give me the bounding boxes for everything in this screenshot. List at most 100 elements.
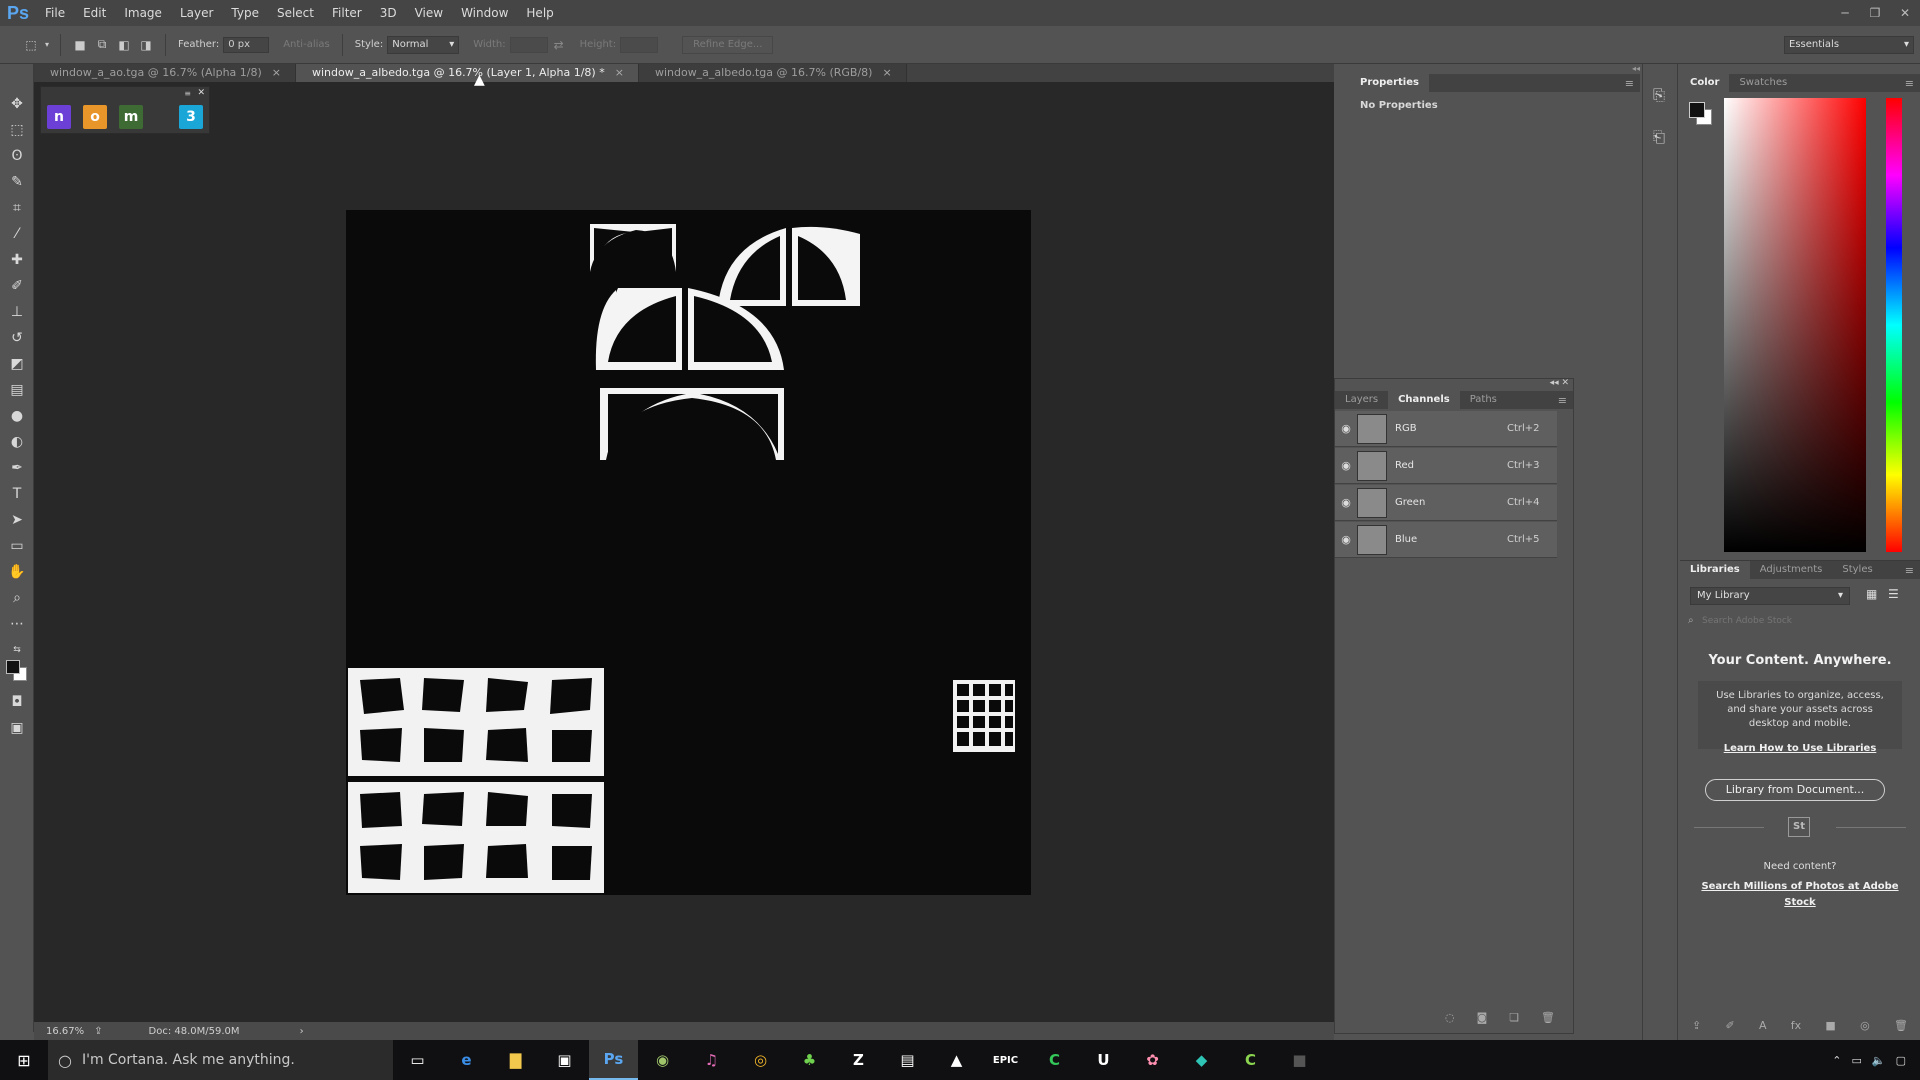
- type-tool-icon[interactable]: T: [7, 484, 27, 504]
- cortana-search[interactable]: ○ I'm Cortana. Ask me anything.: [48, 1040, 393, 1080]
- app-icon-7[interactable]: C: [1226, 1040, 1275, 1080]
- epic-icon[interactable]: EPIC: [981, 1040, 1030, 1080]
- list-view-icon[interactable]: ☰: [1888, 587, 1899, 601]
- channel-row-rgb[interactable]: ◉ RGB Ctrl+2: [1335, 411, 1557, 447]
- brush-tool-icon[interactable]: ✐: [7, 276, 27, 296]
- task-view-icon[interactable]: ▭: [393, 1040, 442, 1080]
- panel-menu-icon[interactable]: ≡: [1625, 77, 1634, 90]
- new-channel-icon[interactable]: ❏: [1509, 1011, 1519, 1024]
- menu-view[interactable]: View: [406, 0, 452, 26]
- tab-window-a-albedo-rgb[interactable]: window_a_albedo.tga @ 16.7% (RGB/8) ×: [638, 64, 907, 82]
- intersect-selection-icon[interactable]: ◨: [135, 34, 157, 56]
- notification-icon[interactable]: ▢: [1896, 1054, 1906, 1067]
- panel-menu-icon[interactable]: ≡: [184, 89, 191, 98]
- tab-window-a-ao[interactable]: window_a_ao.tga @ 16.7% (Alpha 1/8) ×: [34, 64, 296, 82]
- app-launcher-m-icon[interactable]: m: [119, 105, 143, 129]
- load-selection-icon[interactable]: ◌: [1445, 1011, 1455, 1024]
- gradient-tool-icon[interactable]: ▤: [7, 380, 27, 400]
- path-select-tool-icon[interactable]: ➤: [7, 510, 27, 530]
- hue-slider[interactable]: [1886, 98, 1902, 552]
- volume-icon[interactable]: 🔈: [1872, 1054, 1886, 1067]
- tab-libraries[interactable]: Libraries: [1680, 561, 1750, 579]
- marquee-preset-icon[interactable]: ⬚: [20, 34, 42, 56]
- swap-icon[interactable]: ⇄: [548, 34, 570, 56]
- eyedropper-tool-icon[interactable]: ⁄: [7, 224, 27, 244]
- tab-swatches[interactable]: Swatches: [1729, 74, 1797, 92]
- zbrush-icon[interactable]: Z: [834, 1040, 883, 1080]
- trash-icon[interactable]: 🗑: [1894, 1019, 1908, 1032]
- color-square-icon[interactable]: ■: [1825, 1019, 1835, 1032]
- pen-tool-icon[interactable]: ✒: [7, 458, 27, 478]
- menu-3d[interactable]: 3D: [371, 0, 406, 26]
- healing-brush-tool-icon[interactable]: ✚: [7, 250, 27, 270]
- collapse-icon[interactable]: ◂◂: [1350, 64, 1640, 73]
- app-launcher-o-icon[interactable]: o: [83, 105, 107, 129]
- foreground-color-swatch[interactable]: [1689, 102, 1705, 118]
- app-icon-4[interactable]: C: [1030, 1040, 1079, 1080]
- app-icon-5[interactable]: ✿: [1128, 1040, 1177, 1080]
- menu-layer[interactable]: Layer: [171, 0, 222, 26]
- app-launcher-3-icon[interactable]: 3: [179, 105, 203, 129]
- panel-menu-icon[interactable]: ≡: [1558, 394, 1567, 407]
- grid-view-icon[interactable]: ▦: [1866, 587, 1877, 601]
- app-icon-6[interactable]: ◆: [1177, 1040, 1226, 1080]
- chevron-down-icon[interactable]: ▾: [42, 34, 52, 56]
- search-stock-link[interactable]: Search Millions of Photos at Adobe Stock: [1700, 879, 1900, 911]
- history-panel-icon[interactable]: ⎘: [1653, 86, 1665, 104]
- foreground-color-swatch[interactable]: [6, 660, 20, 674]
- brush-icon[interactable]: ✐: [1725, 1019, 1734, 1032]
- refine-edge-button[interactable]: Refine Edge...: [682, 35, 774, 54]
- trash-icon[interactable]: 🗑: [1541, 1011, 1555, 1024]
- feather-input[interactable]: 0 px: [223, 36, 270, 53]
- visibility-eye-icon[interactable]: ◉: [1335, 422, 1357, 435]
- itunes-icon[interactable]: ♫: [687, 1040, 736, 1080]
- tab-layers[interactable]: Layers: [1335, 391, 1388, 409]
- photos-icon[interactable]: ▲: [932, 1040, 981, 1080]
- export-icon[interactable]: ⇪: [94, 1026, 102, 1037]
- character-style-icon[interactable]: A: [1759, 1019, 1767, 1032]
- channel-row-green[interactable]: ◉ Green Ctrl+4: [1335, 485, 1557, 521]
- blur-tool-icon[interactable]: ●: [7, 406, 27, 426]
- canvas-area[interactable]: ▲: [34, 72, 1334, 1022]
- menu-help[interactable]: Help: [517, 0, 562, 26]
- edge-icon[interactable]: e: [442, 1040, 491, 1080]
- style-select[interactable]: Normal ▾: [387, 35, 460, 54]
- quick-select-tool-icon[interactable]: ✎: [7, 172, 27, 192]
- store-icon[interactable]: ▣: [540, 1040, 589, 1080]
- add-selection-icon[interactable]: ⧉: [91, 34, 113, 56]
- close-icon[interactable]: ◂◂ ✕: [1550, 378, 1569, 388]
- panel-menu-icon[interactable]: ≡: [1905, 564, 1914, 577]
- stock-search-input[interactable]: [1702, 613, 1906, 629]
- new-selection-icon[interactable]: ■: [69, 34, 91, 56]
- quick-mask-icon[interactable]: ◘: [7, 692, 27, 712]
- app-launcher-n-icon[interactable]: n: [47, 105, 71, 129]
- app-icon-1[interactable]: ◉: [638, 1040, 687, 1080]
- menu-file[interactable]: File: [36, 0, 74, 26]
- close-icon[interactable]: ✕: [197, 88, 205, 98]
- adjustments-panel-icon[interactable]: ⎗: [1653, 128, 1665, 146]
- tab-properties[interactable]: Properties: [1350, 74, 1429, 92]
- sync-icon[interactable]: ◎: [1860, 1019, 1870, 1032]
- library-from-document-button[interactable]: Library from Document...: [1705, 779, 1885, 801]
- color-spectrum-field[interactable]: [1724, 98, 1866, 552]
- app-icon-3[interactable]: ▤: [883, 1040, 932, 1080]
- menu-window[interactable]: Window: [452, 0, 517, 26]
- visibility-eye-icon[interactable]: ◉: [1335, 496, 1357, 509]
- tab-window-a-albedo-layer[interactable]: window_a_albedo.tga @ 16.7% (Layer 1, Al…: [296, 64, 639, 82]
- marquee-tool-icon[interactable]: ⬚: [7, 120, 27, 140]
- tab-styles[interactable]: Styles: [1832, 561, 1882, 579]
- chrome-icon[interactable]: ◎: [736, 1040, 785, 1080]
- zoom-level[interactable]: 16.67%: [46, 1026, 84, 1037]
- close-icon[interactable]: ×: [272, 66, 281, 79]
- tab-paths[interactable]: Paths: [1460, 391, 1507, 409]
- eraser-tool-icon[interactable]: ◩: [7, 354, 27, 374]
- windows-start-icon[interactable]: ⊞: [0, 1040, 48, 1080]
- menu-edit[interactable]: Edit: [74, 0, 115, 26]
- subtract-selection-icon[interactable]: ◧: [113, 34, 135, 56]
- library-select[interactable]: My Library ▾: [1690, 587, 1850, 605]
- status-menu-arrow-icon[interactable]: ›: [300, 1026, 304, 1037]
- save-selection-icon[interactable]: ◙: [1477, 1011, 1488, 1024]
- fx-icon[interactable]: fx: [1791, 1019, 1801, 1032]
- app-icon-2[interactable]: ♣: [785, 1040, 834, 1080]
- channel-row-red[interactable]: ◉ Red Ctrl+3: [1335, 448, 1557, 484]
